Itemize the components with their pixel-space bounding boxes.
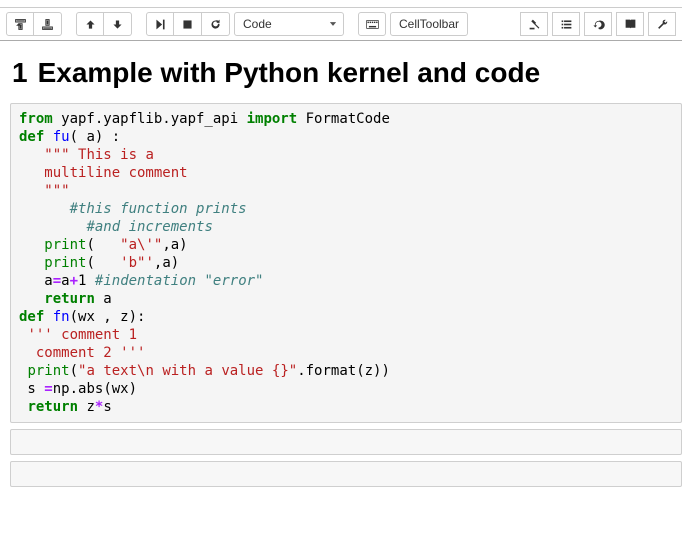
arrow-down-icon — [111, 18, 124, 31]
wrench-button[interactable] — [648, 12, 676, 36]
top-border — [0, 0, 682, 8]
heading-number: 1 — [12, 57, 28, 89]
right-toolbar-group — [520, 12, 676, 36]
book-icon — [624, 18, 637, 31]
interrupt-kernel-button[interactable] — [174, 12, 202, 36]
empty-cell-1[interactable] — [10, 429, 682, 455]
code-cell[interactable]: from yapf.yapflib.yapf_api import Format… — [10, 103, 682, 423]
cell-toolbar-button[interactable]: CellToolbar — [390, 12, 468, 36]
empty-cell-2[interactable] — [10, 461, 682, 487]
keyboard-group — [358, 12, 386, 36]
move-cell-group — [76, 12, 132, 36]
list-icon — [560, 18, 573, 31]
insert-cell-above-button[interactable] — [6, 12, 34, 36]
insert-cell-group — [6, 12, 62, 36]
gavel-button[interactable] — [520, 12, 548, 36]
run-cell-button[interactable] — [146, 12, 174, 36]
book-button[interactable] — [616, 12, 644, 36]
code-content[interactable]: from yapf.yapflib.yapf_api import Format… — [19, 110, 673, 416]
insert-below-icon — [41, 18, 54, 31]
insert-above-icon — [14, 18, 27, 31]
restart-kernel-button[interactable] — [202, 12, 230, 36]
insert-cell-below-button[interactable] — [34, 12, 62, 36]
refresh-button[interactable] — [584, 12, 612, 36]
heading-cell: 1 Example with Python kernel and code — [12, 57, 682, 89]
step-forward-icon — [154, 18, 167, 31]
heading-text: Example with Python kernel and code — [38, 57, 541, 89]
refresh-icon — [592, 18, 605, 31]
keyboard-icon — [366, 18, 379, 31]
list-button[interactable] — [552, 12, 580, 36]
move-cell-up-button[interactable] — [76, 12, 104, 36]
cell-type-select-wrap: Code — [234, 12, 344, 36]
keyboard-button[interactable] — [358, 12, 386, 36]
run-control-group — [146, 12, 230, 36]
cell-type-select[interactable]: Code — [234, 12, 344, 36]
gavel-icon — [528, 18, 541, 31]
wrench-icon — [656, 18, 669, 31]
arrow-up-icon — [84, 18, 97, 31]
repeat-icon — [209, 18, 222, 31]
toolbar: Code CellToolbar — [0, 8, 682, 41]
move-cell-down-button[interactable] — [104, 12, 132, 36]
stop-icon — [181, 18, 194, 31]
notebook-area: 1 Example with Python kernel and code fr… — [0, 41, 682, 501]
